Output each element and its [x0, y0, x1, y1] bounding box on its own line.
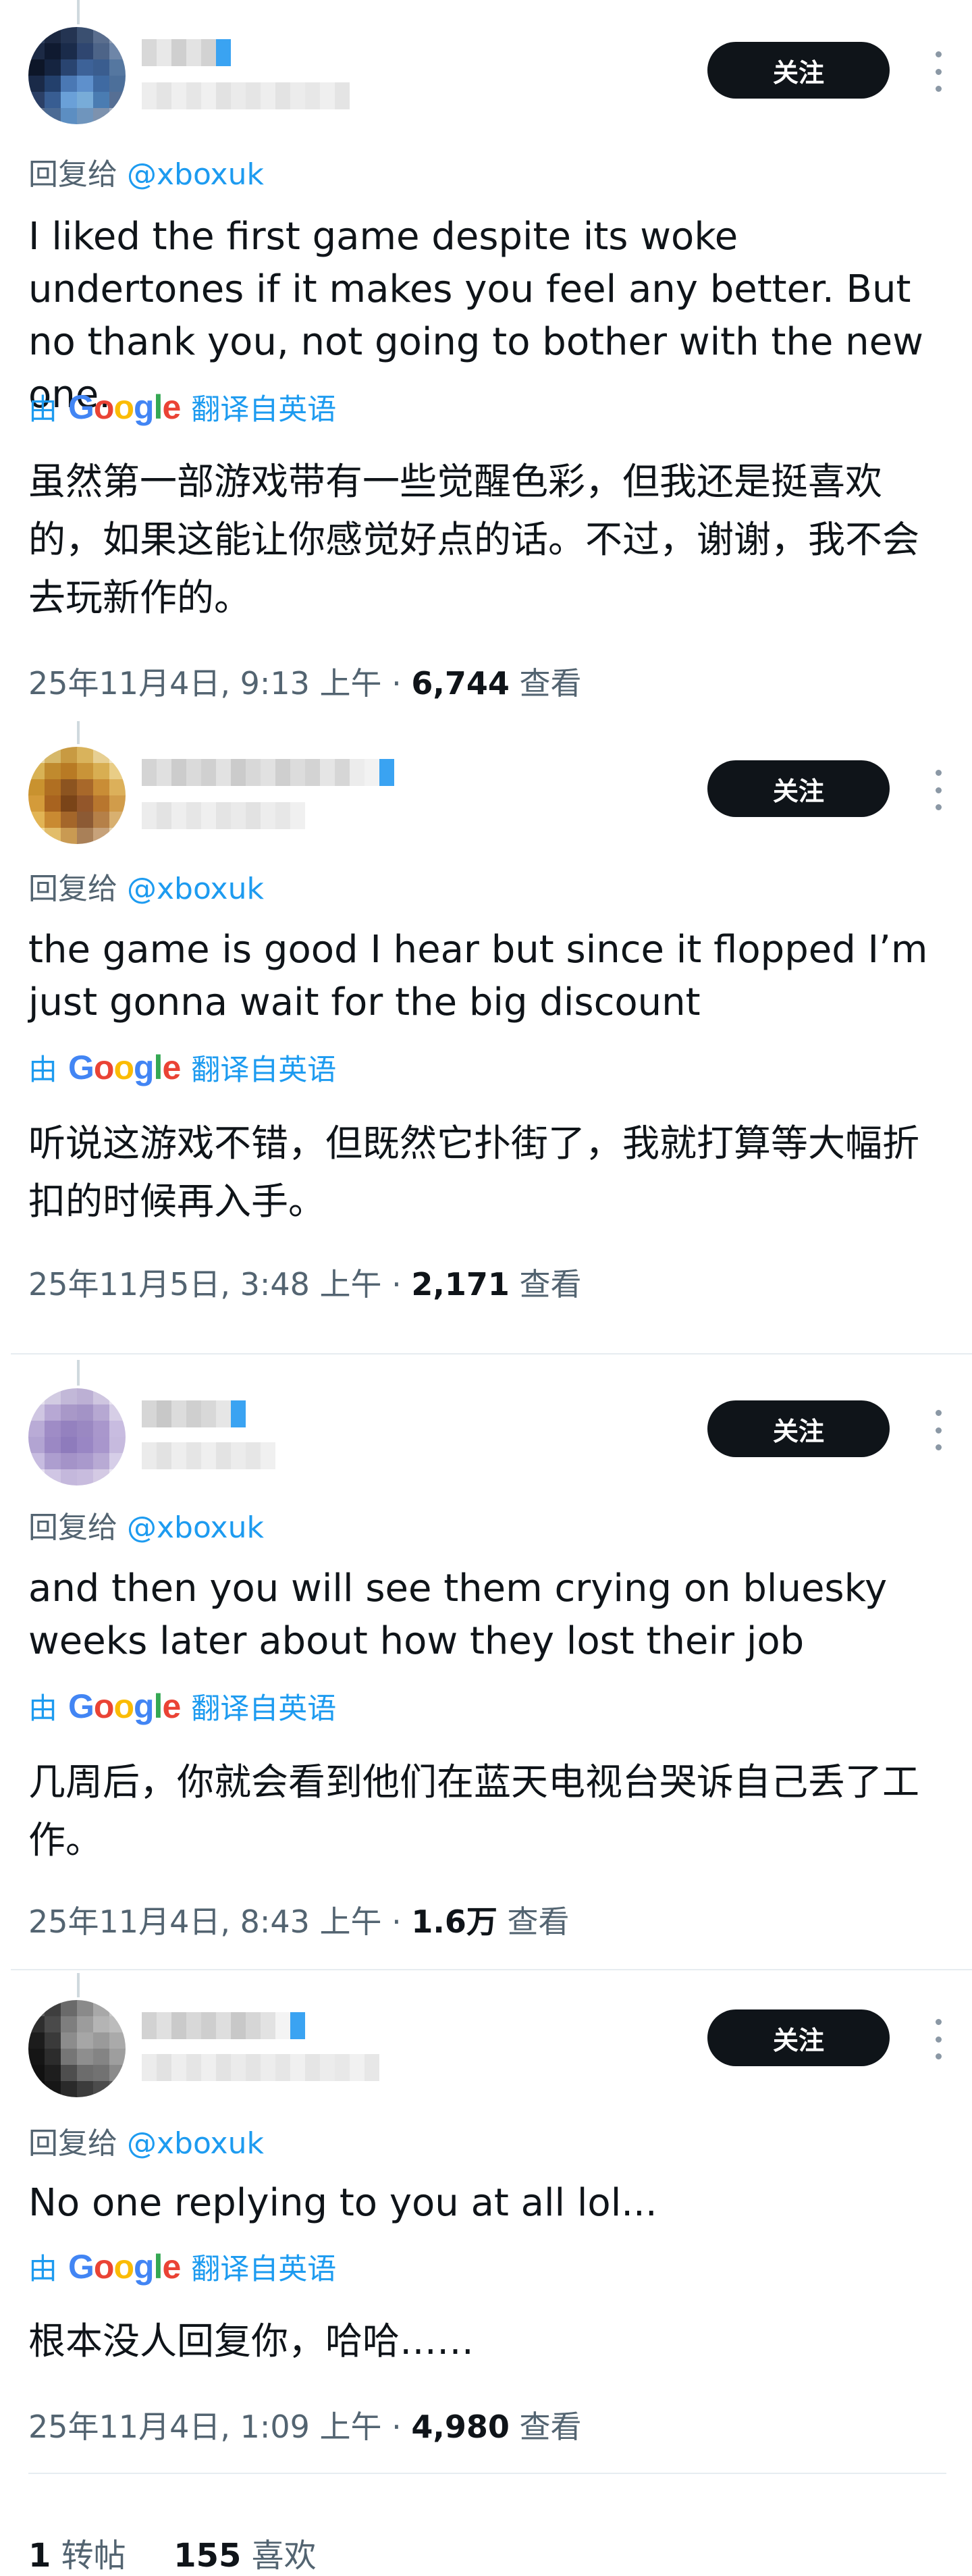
views-label: 查看 [509, 2409, 582, 2445]
translate-suffix: 翻译自英语 [191, 1053, 337, 1087]
blurred-username [142, 1442, 275, 1469]
views-count: 1.6万 [411, 1903, 497, 1940]
reposts-stat[interactable]: 1 转帖 [28, 2537, 126, 2575]
engagement-stats: 1 转帖 155 喜欢 [28, 2529, 317, 2576]
follow-button[interactable]: 关注 [707, 1400, 890, 1457]
blurred-display-name [142, 759, 394, 786]
translated-text: 听说这游戏不错，但既然它扑街了，我就打算等大幅折扣的时候再入手。 [28, 1122, 920, 1223]
translation-attribution[interactable]: 由 Google 翻译自英语 [28, 1685, 336, 1727]
reply-handle-link[interactable]: @xboxuk [127, 157, 264, 192]
timestamp[interactable]: 25年11月4日, 1:09 上午 · [28, 2409, 411, 2445]
avatar[interactable] [28, 1388, 126, 1486]
views-count: 4,980 [411, 2409, 510, 2445]
translated-text: 根本没人回复你，哈哈…… [28, 2319, 475, 2363]
reposts-count: 1 [28, 2537, 51, 2575]
views-label: 查看 [509, 1266, 582, 1303]
reply-meta: 25年11月4日, 8:43 上午 · 1.6万 查看 [28, 1897, 570, 1942]
views-count: 2,171 [411, 1266, 510, 1303]
reply-prefix: 回复给 [28, 872, 117, 906]
follow-button[interactable]: 关注 [707, 42, 890, 99]
more-options-icon[interactable] [930, 1410, 946, 1450]
follow-button[interactable]: 关注 [707, 760, 890, 817]
blurred-display-name [142, 2012, 305, 2039]
reposts-label: 转帖 [51, 2537, 126, 2575]
reply-text: and then you will see them crying on blu… [28, 1567, 888, 1663]
google-logo: Google [68, 388, 181, 426]
replying-to: 回复给 @xboxuk [28, 150, 264, 193]
blurred-username [142, 802, 305, 829]
thread-line [77, 0, 80, 24]
translate-prefix: 由 [28, 2253, 57, 2286]
translation-attribution[interactable]: 由 Google 翻译自英语 [28, 2246, 336, 2288]
more-options-icon[interactable] [930, 770, 946, 810]
reply-meta: 25年11月4日, 1:09 上午 · 4,980 查看 [28, 2402, 582, 2447]
avatar[interactable] [28, 2000, 126, 2097]
views-label: 查看 [497, 1903, 570, 1940]
thread-line [77, 721, 80, 744]
reply-card[interactable]: 关注 回复给 @xboxuk I liked the first game des… [0, 0, 972, 716]
thread-line [77, 1360, 80, 1386]
reply-handle-link[interactable]: @xboxuk [127, 2126, 264, 2161]
verified-badge-icon [290, 2012, 305, 2039]
reply-card[interactable]: 关注 回复给 @xboxuk and then you will see them… [0, 1355, 972, 1969]
google-logo: Google [68, 1687, 181, 1725]
translate-suffix: 翻译自英语 [191, 393, 337, 427]
avatar[interactable] [28, 27, 126, 124]
likes-stat[interactable]: 155 喜欢 [173, 2537, 316, 2575]
timestamp[interactable]: 25年11月4日, 8:43 上午 · [28, 1903, 411, 1940]
translate-suffix: 翻译自英语 [191, 1692, 337, 1726]
translate-prefix: 由 [28, 1692, 57, 1726]
blurred-username [142, 2054, 379, 2081]
views-count: 6,744 [411, 665, 510, 702]
pixelated-avatar [28, 2000, 126, 2097]
blurred-username [142, 82, 350, 109]
verified-badge-icon [231, 1400, 246, 1427]
avatar[interactable] [28, 747, 126, 844]
replying-to: 回复给 @xboxuk [28, 1503, 264, 1546]
translate-suffix: 翻译自英语 [191, 2253, 337, 2286]
reply-text: No one replying to you at all lol... [28, 2181, 657, 2225]
more-options-icon[interactable] [930, 51, 946, 92]
reply-prefix: 回复给 [28, 157, 117, 192]
reply-card[interactable]: 关注 回复给 @xboxuk No one replying to you at … [0, 1970, 972, 2483]
verified-badge-icon [216, 39, 231, 66]
likes-count: 155 [173, 2537, 242, 2575]
divider [28, 2473, 946, 2474]
translated-text: 虽然第一部游戏带有一些觉醒色彩，但我还是挺喜欢的，如果这能让你感觉好点的话。不过… [28, 460, 920, 619]
translated-text: 几周后，你就会看到他们在蓝天电视台哭诉自己丢了工作。 [28, 1760, 920, 1862]
pixelated-avatar [28, 27, 126, 124]
views-label: 查看 [509, 665, 582, 702]
reply-text: the game is good I hear but since it flo… [28, 928, 928, 1024]
reply-prefix: 回复给 [28, 2126, 117, 2161]
translation-attribution[interactable]: 由 Google 翻译自英语 [28, 1047, 336, 1088]
blurred-display-name [142, 1400, 246, 1427]
replying-to: 回复给 @xboxuk [28, 2119, 264, 2162]
replying-to: 回复给 @xboxuk [28, 864, 264, 908]
pixelated-avatar [28, 1388, 126, 1486]
timestamp[interactable]: 25年11月5日, 3:48 上午 · [28, 1266, 411, 1303]
translate-prefix: 由 [28, 1053, 57, 1087]
thread-line [77, 1973, 80, 1997]
timestamp[interactable]: 25年11月4日, 9:13 上午 · [28, 665, 411, 702]
google-logo: Google [68, 1049, 181, 1086]
reply-prefix: 回复给 [28, 1510, 117, 1545]
blurred-display-name [142, 39, 231, 66]
reply-meta: 25年11月4日, 9:13 上午 · 6,744 查看 [28, 659, 582, 704]
reply-card[interactable]: 关注 回复给 @xboxuk the game is good I hear bu… [0, 717, 972, 1365]
likes-label: 喜欢 [241, 2537, 317, 2575]
pixelated-avatar [28, 747, 126, 844]
more-options-icon[interactable] [930, 2019, 946, 2059]
follow-button[interactable]: 关注 [707, 2009, 890, 2066]
reply-handle-link[interactable]: @xboxuk [127, 872, 264, 906]
translation-attribution[interactable]: 由 Google 翻译自英语 [28, 386, 336, 428]
verified-badge-icon [379, 759, 394, 786]
translate-prefix: 由 [28, 393, 57, 427]
google-logo: Google [68, 2248, 181, 2286]
reply-handle-link[interactable]: @xboxuk [127, 1510, 264, 1545]
reply-meta: 25年11月5日, 3:48 上午 · 2,171 查看 [28, 1260, 582, 1305]
